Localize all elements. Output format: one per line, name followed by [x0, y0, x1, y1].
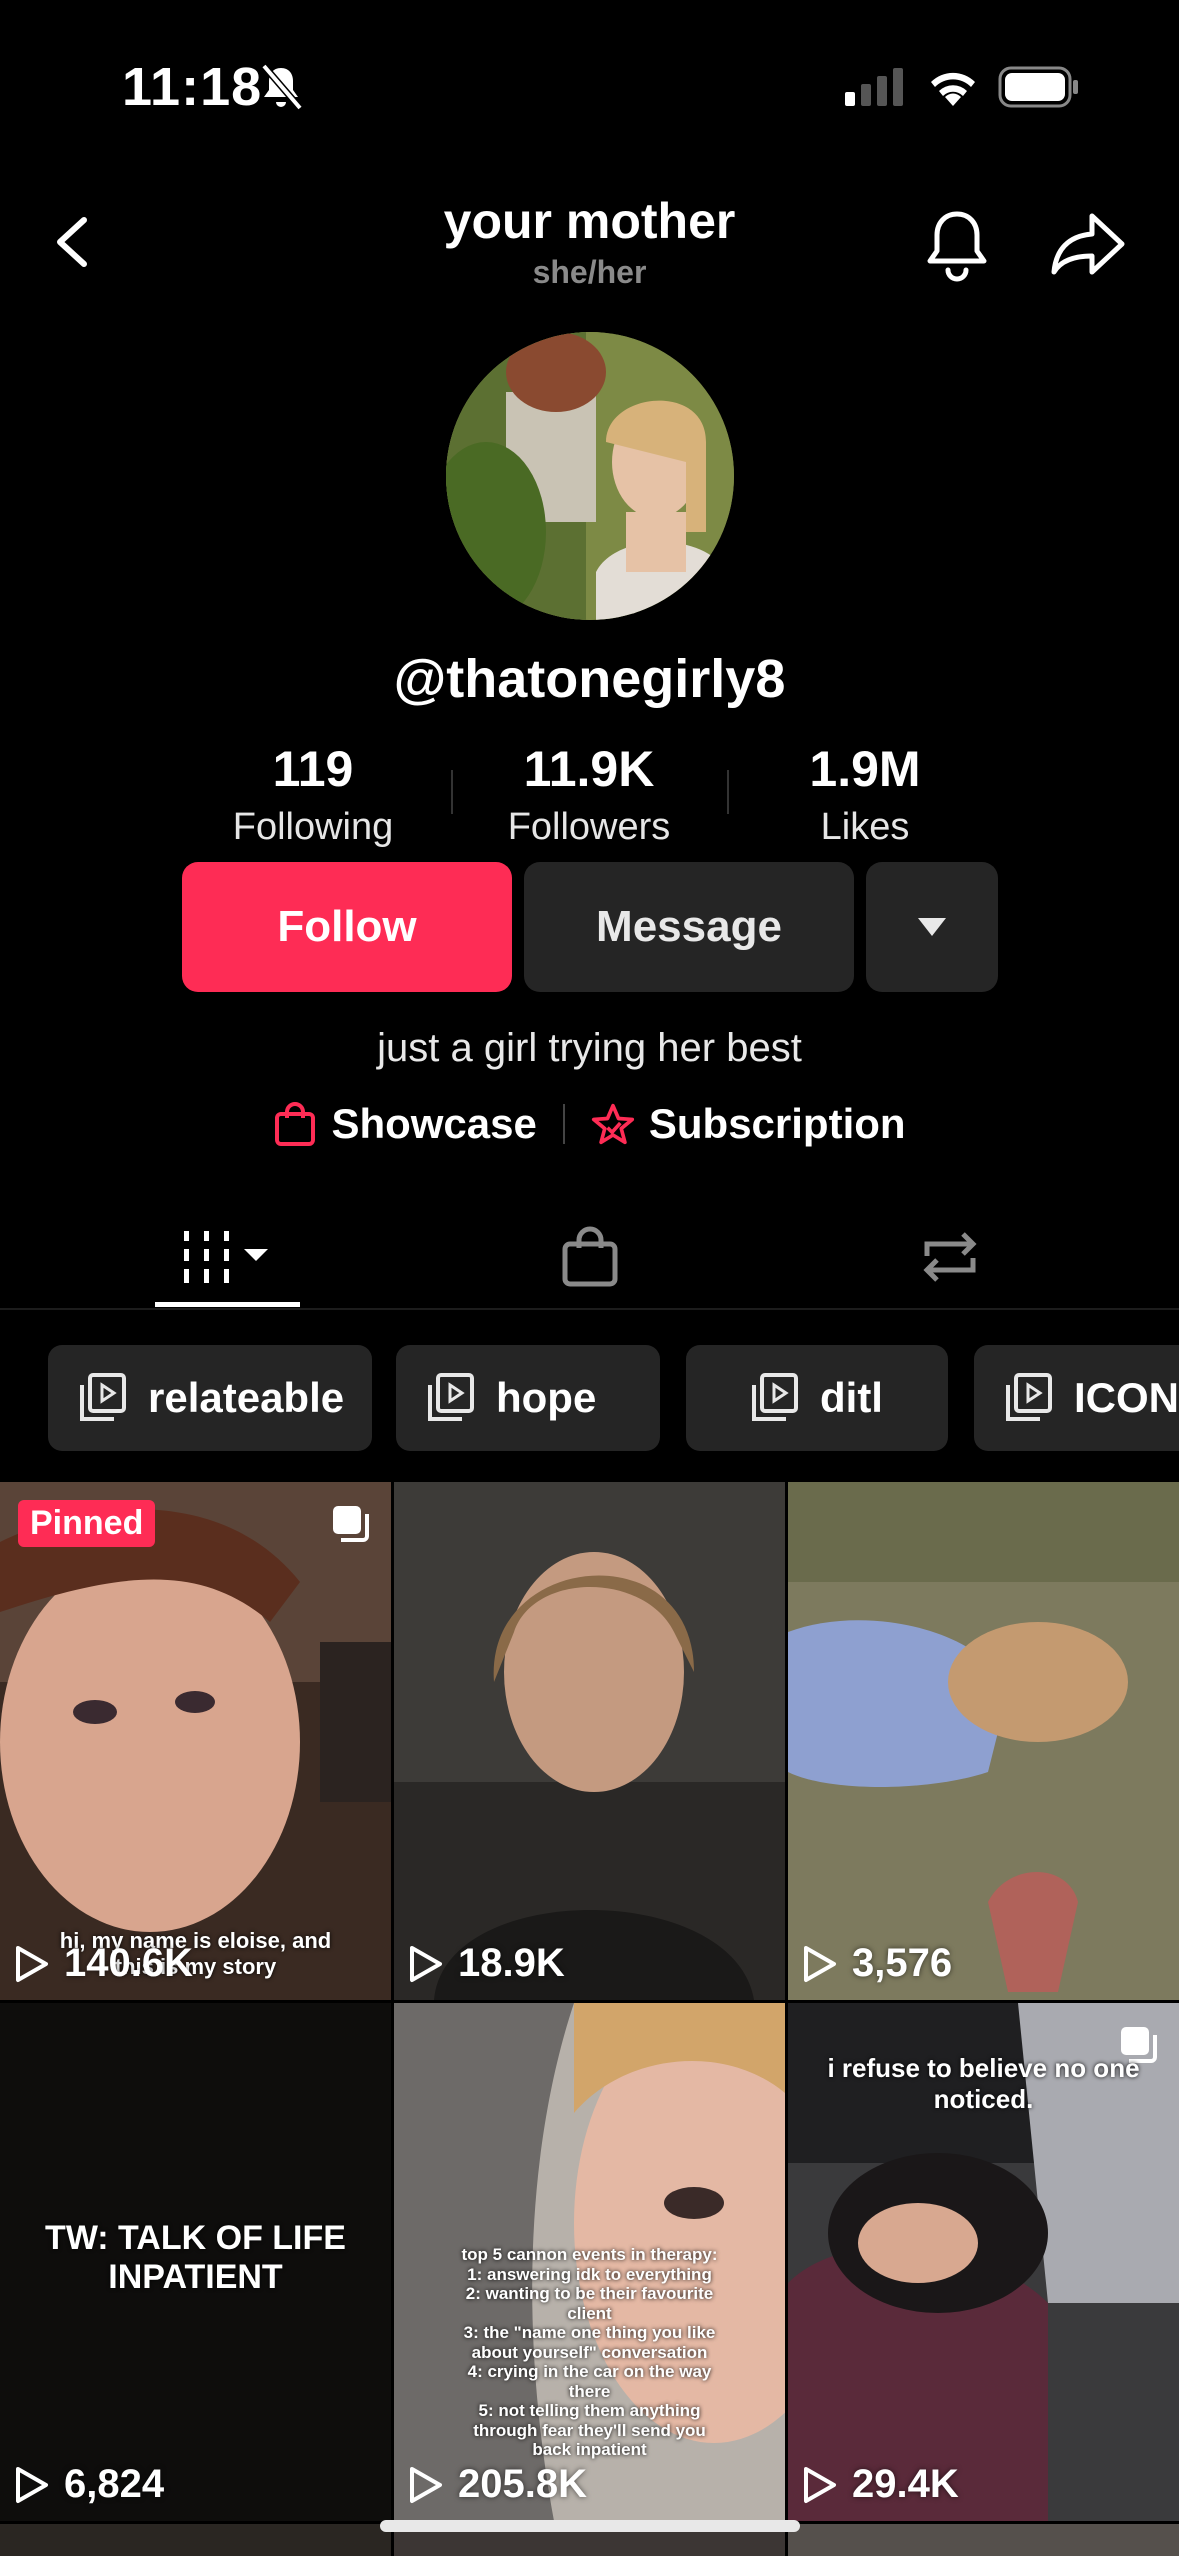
view-count-value: 205.8K [458, 2462, 587, 2506]
video-thumbnail [394, 1482, 785, 2000]
notification-bell-icon[interactable] [922, 206, 992, 284]
battery-icon [998, 66, 1078, 108]
follow-button[interactable]: Follow [182, 862, 512, 992]
video-tile[interactable]: i refuse to believe no one noticed. 29.4… [788, 2003, 1179, 2521]
photo-carousel-icon [333, 1506, 369, 1542]
subscription-star-icon [591, 1103, 634, 1145]
view-count: 29.4K [802, 2462, 959, 2507]
play-icon [16, 2466, 48, 2503]
stat-divider [727, 770, 729, 814]
profile-username: @thatonegirly8 [393, 649, 786, 709]
share-icon[interactable] [1050, 210, 1126, 278]
playlist-icon [1006, 1373, 1052, 1421]
showcase-label: Showcase [331, 1100, 537, 1147]
stat-following-label: Following [232, 806, 394, 848]
play-icon [804, 1945, 836, 1982]
play-icon [804, 2466, 836, 2503]
status-time: 11:18 [122, 57, 263, 117]
wifi-icon [931, 72, 975, 106]
playlist-label: hope [496, 1374, 597, 1421]
playlist-label: ditl [820, 1374, 883, 1421]
video-tile[interactable]: 3,576 [788, 1482, 1179, 2000]
view-count: 3,576 [802, 1941, 952, 1986]
stat-followers-count: 11.9K [523, 741, 655, 797]
home-indicator[interactable] [380, 2520, 800, 2532]
video-caption: TW: TALK OF LIFE INPATIENT [45, 2219, 346, 2296]
view-count: 6,824 [14, 2462, 164, 2507]
stat-followers[interactable]: 11.9K Followers [459, 740, 719, 849]
view-count-value: 29.4K [852, 2462, 959, 2506]
view-count-value: 18.9K [458, 1941, 565, 1985]
stat-divider [451, 770, 453, 814]
playlist-icon [428, 1373, 474, 1421]
playlist-chip[interactable]: ditl [686, 1345, 948, 1451]
cellular-signal-icon [845, 68, 903, 106]
playlist-chip[interactable]: relateable [48, 1345, 372, 1451]
video-thumbnail [0, 1482, 391, 2000]
shopping-bag-icon [562, 1226, 618, 1287]
silent-bell-icon [261, 63, 303, 111]
playlist-label: ICON [1074, 1374, 1179, 1421]
profile-bio: just a girl trying her best [377, 1026, 802, 1070]
play-icon [410, 1945, 442, 1982]
video-tile[interactable]: top 5 cannon events in therapy: 1: answe… [394, 2003, 785, 2521]
avatar-photo [446, 332, 734, 620]
video-grid-icon [183, 1231, 268, 1283]
status-bar: 11:18 [0, 0, 1179, 170]
video-tile[interactable]: TW: TALK OF LIFE INPATIENT 6,824 [0, 2003, 391, 2521]
video-caption: i refuse to believe no one noticed. [827, 2053, 1140, 2114]
subscription-label: Subscription [648, 1100, 906, 1147]
view-count-value: 3,576 [852, 1941, 953, 1985]
tab-videos[interactable] [155, 1212, 300, 1302]
active-tab-indicator [155, 1302, 300, 1307]
video-caption: top 5 cannon events in therapy: 1: answe… [461, 2245, 718, 2460]
video-tile[interactable] [0, 2524, 391, 2556]
stat-following[interactable]: 119 Following [183, 740, 443, 849]
repost-icon [923, 1232, 977, 1282]
stat-likes-count: 1.9M [809, 741, 921, 797]
view-count-value: 140.6K [64, 1941, 193, 1985]
suggested-accounts-button[interactable] [866, 862, 998, 992]
tab-divider [0, 1308, 1179, 1310]
pinned-badge: Pinned [18, 1500, 156, 1547]
profile-avatar[interactable] [446, 332, 734, 620]
view-count-value: 6,824 [64, 2462, 165, 2506]
links-divider [562, 1104, 565, 1144]
video-tile[interactable]: 18.9K [394, 1482, 785, 2000]
stat-followers-label: Followers [507, 806, 671, 848]
showcase-link[interactable]: Showcase [273, 1100, 537, 1148]
playlist-chip[interactable]: ICON [974, 1345, 1179, 1451]
caret-down-icon [918, 918, 946, 936]
playlist-icon [752, 1373, 798, 1421]
view-count: 140.6K [14, 1941, 193, 1986]
stat-likes[interactable]: 1.9M Likes [735, 740, 995, 849]
stat-following-count: 119 [272, 741, 354, 797]
playlist-icon [80, 1373, 126, 1421]
tab-shop[interactable] [540, 1212, 640, 1302]
stat-likes-label: Likes [820, 806, 910, 848]
play-icon [16, 1945, 48, 1982]
video-thumbnail [788, 1482, 1179, 2000]
view-count: 18.9K [408, 1941, 565, 1986]
profile-links: Showcase Subscription [0, 1100, 1179, 1148]
subscription-link[interactable]: Subscription [591, 1100, 906, 1148]
tab-reposts[interactable] [900, 1212, 1000, 1302]
playlist-label: relateable [148, 1374, 345, 1421]
view-count: 205.8K [408, 2462, 587, 2507]
video-tile[interactable]: Pinned hi, my name is eloise, and this i… [0, 1482, 391, 2000]
message-button[interactable]: Message [524, 862, 854, 992]
play-icon [410, 2466, 442, 2503]
profile-display-name: your mother [443, 193, 736, 249]
video-tile[interactable] [788, 2524, 1179, 2556]
shopping-bag-icon [275, 1102, 316, 1146]
profile-pronouns: she/her [532, 254, 647, 290]
playlist-chip[interactable]: hope [396, 1345, 660, 1451]
